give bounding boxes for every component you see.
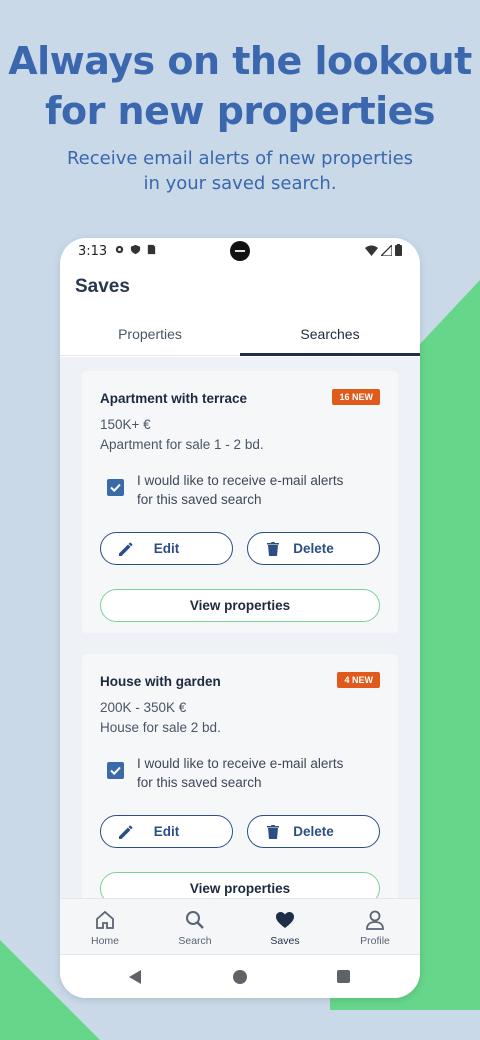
tab-bar: Properties Searches xyxy=(60,316,420,356)
search-price-range: 200K - 350K € xyxy=(100,700,187,715)
search-icon xyxy=(186,911,204,929)
search-price-range: 150K+ € xyxy=(100,417,151,432)
home-button-icon[interactable] xyxy=(233,970,247,984)
status-bar: 3:13 xyxy=(60,238,420,266)
bottom-navigation: Home Search Saves Profile xyxy=(60,898,420,954)
new-count-badge: 4 NEW xyxy=(337,672,380,688)
camera-cutout xyxy=(230,241,250,261)
search-title: Apartment with terrace xyxy=(100,391,248,406)
edit-label: Edit xyxy=(153,824,180,839)
checkmark-icon xyxy=(110,766,121,776)
trash-icon xyxy=(267,542,279,556)
saved-search-card: House with garden 4 NEW 200K - 350K € Ho… xyxy=(82,654,398,898)
tab-properties[interactable]: Properties xyxy=(60,316,240,355)
delete-label: Delete xyxy=(293,541,334,556)
view-properties-button[interactable]: View properties xyxy=(100,872,380,898)
signal-icon xyxy=(381,244,392,256)
sim-card-icon xyxy=(147,244,156,255)
delete-label: Delete xyxy=(293,824,334,839)
nav-profile[interactable]: Profile xyxy=(330,899,420,954)
saved-searches-list[interactable]: Apartment with terrace 16 NEW 150K+ € Ap… xyxy=(60,357,420,898)
promo-headline: Always on the lookout for new properties xyxy=(8,39,472,133)
nav-search[interactable]: Search xyxy=(150,899,240,954)
new-count-badge: 16 NEW xyxy=(332,389,380,405)
pencil-icon xyxy=(119,825,133,839)
nav-saves[interactable]: Saves xyxy=(240,899,330,954)
search-title: House with garden xyxy=(100,674,221,689)
phone-frame: 3:13 Saves Properties Searches Apartment… xyxy=(60,238,420,998)
back-icon[interactable] xyxy=(128,969,142,985)
system-navigation-bar xyxy=(60,954,420,998)
email-alert-checkbox[interactable] xyxy=(107,479,124,496)
battery-icon xyxy=(395,244,402,256)
nav-home[interactable]: Home xyxy=(60,899,150,954)
edit-button[interactable]: Edit xyxy=(100,815,233,848)
email-alert-label: I would like to receive e-mail alerts fo… xyxy=(137,473,344,507)
email-alert-label: I would like to receive e-mail alerts fo… xyxy=(137,756,344,790)
promo-subheadline: Receive email alerts of new properties i… xyxy=(66,148,414,194)
search-description: Apartment for sale 1 - 2 bd. xyxy=(100,437,264,452)
checkmark-icon xyxy=(110,483,121,493)
email-alert-checkbox[interactable] xyxy=(107,762,124,779)
edit-button[interactable]: Edit xyxy=(100,532,233,565)
delete-button[interactable]: Delete xyxy=(247,815,380,848)
page-title: Saves xyxy=(75,276,130,297)
shield-icon xyxy=(130,244,141,255)
trash-icon xyxy=(267,825,279,839)
nav-home-label: Home xyxy=(90,935,119,947)
settings-icon xyxy=(115,245,124,254)
view-properties-button[interactable]: View properties xyxy=(100,589,380,622)
nav-profile-label: Profile xyxy=(360,935,390,947)
delete-button[interactable]: Delete xyxy=(247,532,380,565)
wifi-icon xyxy=(365,245,378,256)
search-description: House for sale 2 bd. xyxy=(100,720,221,735)
home-icon xyxy=(96,910,114,929)
nav-saves-label: Saves xyxy=(270,935,300,947)
profile-icon xyxy=(366,910,384,930)
heart-icon xyxy=(276,912,294,928)
pencil-icon xyxy=(119,542,133,556)
edit-label: Edit xyxy=(153,541,180,556)
tab-searches[interactable]: Searches xyxy=(240,316,420,356)
saved-search-card: Apartment with terrace 16 NEW 150K+ € Ap… xyxy=(82,371,398,633)
nav-search-label: Search xyxy=(178,935,212,947)
status-time: 3:13 xyxy=(78,244,108,259)
recent-apps-icon[interactable] xyxy=(337,970,350,983)
